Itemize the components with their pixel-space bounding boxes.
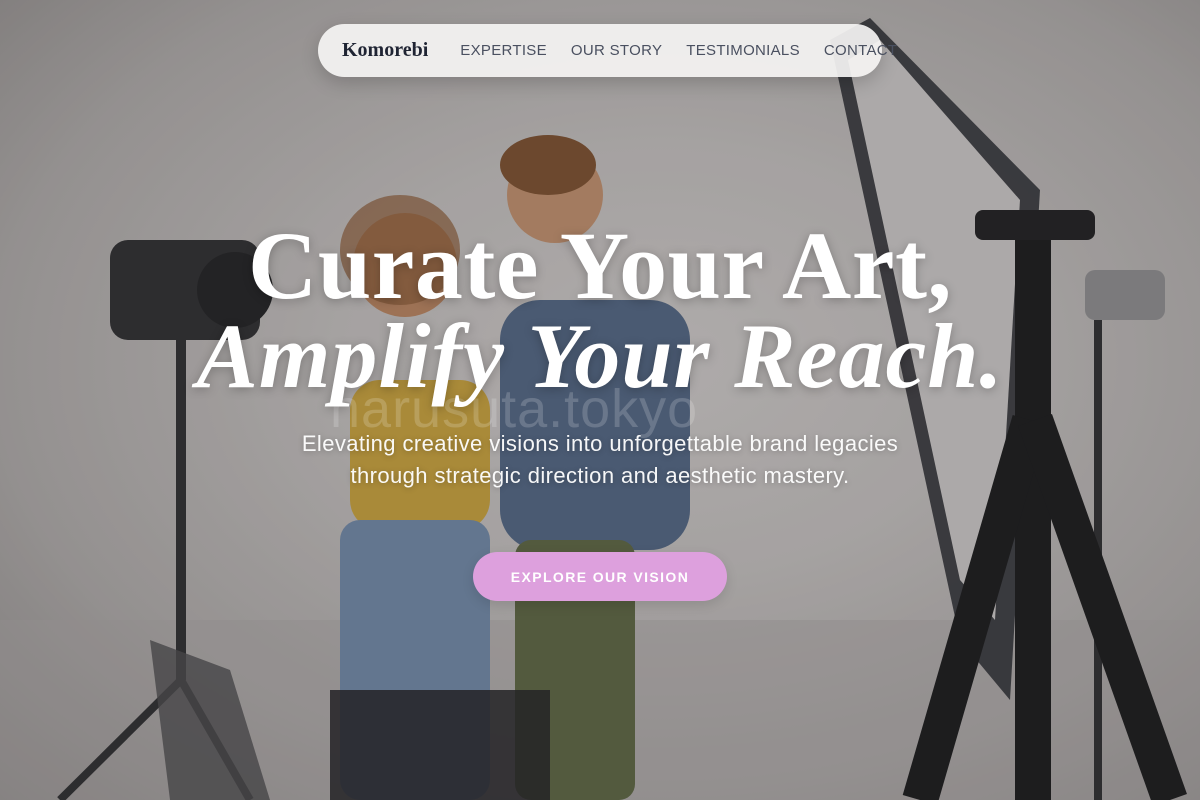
top-navigation: Komorebi EXPERTISE OUR STORY TESTIMONIAL… <box>318 24 897 77</box>
hero-section: harusuta.tokyo Komorebi EXPERTISE OUR ST… <box>0 0 1200 800</box>
brand-logo[interactable]: Komorebi <box>342 39 428 62</box>
nav-link-contact[interactable]: CONTACT <box>824 42 897 59</box>
hero-subtitle: Elevating creative visions into unforget… <box>301 431 899 488</box>
nav-link-our-story[interactable]: OUR STORY <box>571 42 662 59</box>
nav-link-testimonials[interactable]: TESTIMONIALS <box>686 42 800 59</box>
explore-vision-button[interactable]: EXPLORE OUR VISION <box>473 552 727 601</box>
headline-line-2: Amplify Your Reach. <box>196 305 1004 407</box>
nav-link-expertise[interactable]: EXPERTISE <box>460 42 547 59</box>
nav-links: EXPERTISE OUR STORY TESTIMONIALS CONTACT <box>460 42 897 59</box>
